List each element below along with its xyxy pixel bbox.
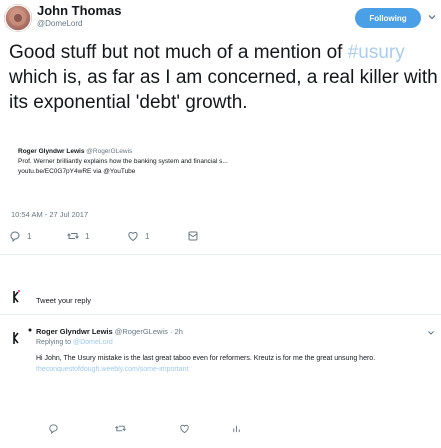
reply-text-body: Hi John, The Usury mistake is the last g… — [36, 355, 376, 362]
quoted-author-handle: @RogerGLewis — [86, 148, 133, 155]
reply-link[interactable]: theconquestofdough.weebly.com/some-impor… — [36, 366, 188, 373]
replying-to: Replying to @DomeLord — [36, 339, 113, 346]
reply-count: 1 — [27, 231, 32, 241]
hashtag-link[interactable]: #usury — [348, 42, 405, 63]
quoted-text-line1: Prof. Werner brilliantly explains how th… — [18, 158, 228, 165]
author-name[interactable]: John Thomas — [37, 3, 122, 18]
reply-icon — [10, 231, 20, 242]
thread-dot-icon — [28, 328, 32, 332]
quoted-author-name: Roger Glyndwr Lewis — [18, 148, 85, 155]
reply-retweet-button[interactable] — [115, 423, 132, 434]
avatar-image — [4, 4, 32, 32]
direct-message-icon — [188, 231, 198, 241]
like-button[interactable]: 1 — [127, 230, 149, 242]
reply-author-name[interactable]: Roger Glyndwr Lewis — [36, 327, 113, 336]
retweet-icon — [67, 233, 79, 239]
retweet-count: 1 — [85, 231, 90, 241]
author-avatar[interactable] — [4, 4, 32, 32]
tweet-text: Good stuff but not much of a mention of … — [9, 40, 439, 115]
tweet-text-after: which is, as far as I am concerned, a re… — [9, 67, 438, 113]
chevron-down-icon[interactable] — [426, 328, 436, 338]
reply-author-handle[interactable]: @RogerGLewis — [115, 327, 168, 336]
tweet-text-before: Good stuff but not much of a mention of — [9, 42, 348, 63]
divider — [0, 254, 441, 255]
user-avatar-icon — [13, 290, 20, 303]
chevron-down-icon[interactable] — [426, 11, 438, 23]
replying-to-handle[interactable]: @DomeLord — [73, 339, 113, 346]
analytics-button[interactable] — [231, 423, 248, 434]
replying-to-label: Replying to — [36, 339, 73, 346]
retweet-button[interactable]: 1 — [67, 230, 89, 242]
quoted-text-line2: youtu.be/EC0G7pY4wRE via @YouTube — [18, 168, 136, 175]
analytics-icon — [233, 425, 240, 433]
reply-reply-button[interactable] — [48, 423, 65, 434]
like-icon — [128, 231, 138, 242]
following-button[interactable]: Following — [355, 8, 421, 28]
retweet-icon — [115, 425, 126, 432]
reply-time[interactable]: · 2h — [170, 327, 183, 336]
quoted-author: Roger Glyndwr Lewis @RogerGLewis — [18, 147, 428, 157]
reply-input[interactable]: Tweet your reply — [36, 296, 91, 305]
tweet-timestamp[interactable]: 10:54 AM - 27 Jul 2017 — [11, 210, 88, 219]
reply-icon — [49, 424, 58, 434]
reply-button[interactable]: 1 — [9, 230, 31, 242]
reply-author[interactable]: Roger Glyndwr Lewis @RogerGLewis · 2h — [36, 327, 183, 336]
like-icon — [180, 424, 189, 434]
author-handle[interactable]: @DomeLord — [37, 19, 82, 28]
like-count: 1 — [145, 231, 150, 241]
direct-message-button[interactable] — [187, 230, 205, 242]
divider — [0, 314, 441, 315]
reply-like-button[interactable] — [179, 423, 196, 434]
reply-text: Hi John, The Usury mistake is the last g… — [36, 353, 436, 375]
quoted-tweet-card[interactable]: Roger Glyndwr Lewis @RogerGLewis Prof. W… — [18, 147, 428, 177]
reply-author-avatar[interactable] — [9, 330, 21, 346]
